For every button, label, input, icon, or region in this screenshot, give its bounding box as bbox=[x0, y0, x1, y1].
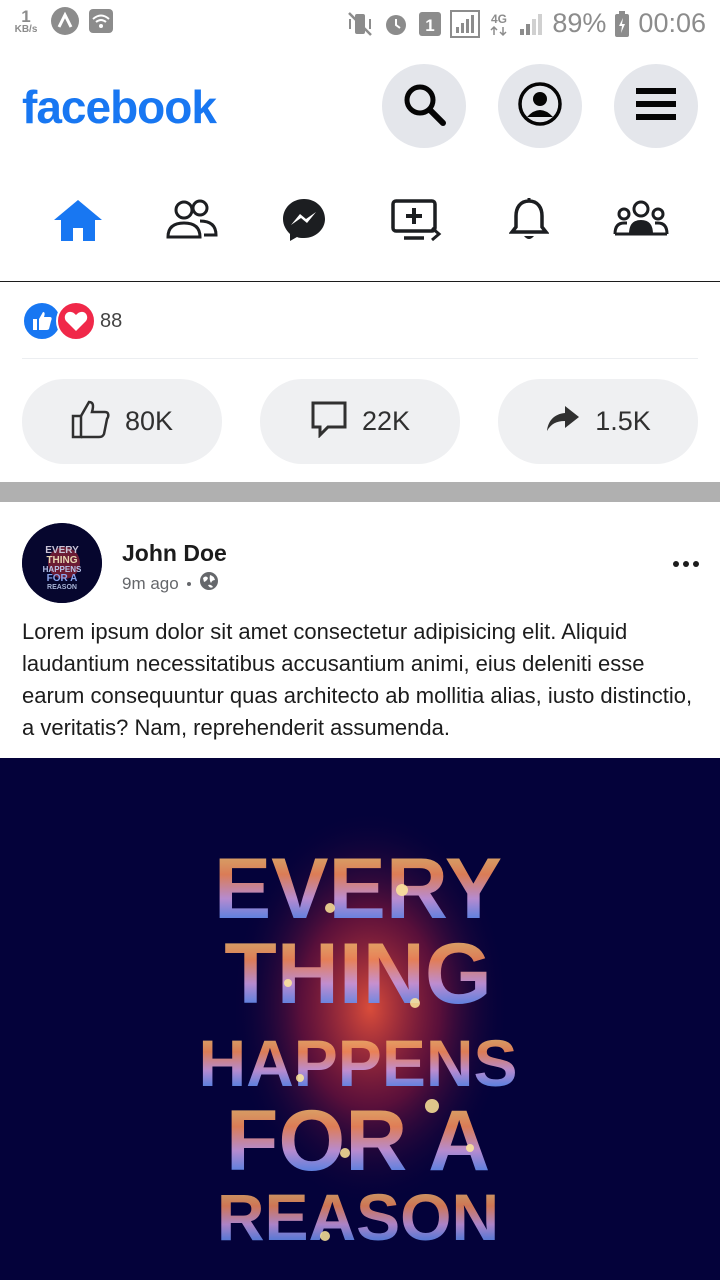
video-add-icon bbox=[390, 198, 442, 247]
post-image[interactable]: EVERY THING HAPPENS FOR A REASON bbox=[0, 758, 720, 1280]
friends-icon bbox=[164, 199, 218, 246]
comment-icon bbox=[310, 400, 348, 443]
menu-button[interactable] bbox=[614, 64, 698, 148]
reaction-summary[interactable]: 88 bbox=[22, 300, 122, 342]
network-speed: 1 KB/s bbox=[10, 8, 42, 35]
post-timestamp[interactable]: 9m ago bbox=[122, 574, 179, 594]
network-speed-unit: KB/s bbox=[14, 23, 38, 35]
sim-slot-number: 1 bbox=[426, 16, 435, 35]
alarm-icon bbox=[382, 10, 410, 38]
wifi-icon bbox=[88, 8, 114, 34]
avatar-text-5: REASON bbox=[47, 584, 77, 591]
share-count: 1.5K bbox=[595, 406, 651, 436]
tab-home[interactable] bbox=[23, 172, 133, 272]
image-text-line-2: THING bbox=[224, 926, 492, 1022]
groups-icon bbox=[613, 200, 669, 245]
post-meta: 9m ago bbox=[122, 571, 219, 596]
comment-button[interactable]: 22K bbox=[260, 379, 460, 464]
comment-count: 22K bbox=[361, 406, 411, 436]
tab-messenger[interactable] bbox=[249, 172, 359, 272]
like-count: 80K bbox=[124, 406, 174, 436]
tab-friends[interactable] bbox=[136, 172, 246, 272]
post-separator bbox=[0, 482, 720, 502]
avatar[interactable]: EVERY THING HAPPENS FOR A REASON bbox=[22, 523, 102, 603]
more-dot-icon bbox=[693, 561, 699, 567]
share-icon bbox=[545, 404, 581, 439]
image-text-line-1: EVERY bbox=[214, 841, 502, 937]
network-4g-icon: 4G bbox=[488, 10, 510, 38]
network-speed-value: 1 bbox=[21, 6, 31, 26]
user-circle-icon bbox=[517, 81, 563, 132]
network-type-label: 4G bbox=[491, 12, 507, 26]
image-text-line-3: HAPPENS bbox=[198, 1026, 517, 1100]
battery-icon bbox=[614, 10, 630, 38]
sim-slot-icon: 1 bbox=[418, 11, 442, 37]
hamburger-menu-icon bbox=[635, 86, 677, 127]
bell-icon bbox=[508, 197, 550, 248]
home-icon bbox=[52, 197, 104, 248]
share-button[interactable]: 1.5K bbox=[498, 379, 698, 464]
post-author-name[interactable]: John Doe bbox=[122, 540, 227, 567]
tab-watch[interactable] bbox=[361, 172, 471, 272]
tab-notifications[interactable] bbox=[474, 172, 584, 272]
battery-percentage: 89% bbox=[552, 8, 607, 38]
search-icon bbox=[401, 81, 447, 132]
app-notification-icon bbox=[50, 6, 80, 36]
image-text-line-5: REASON bbox=[217, 1180, 499, 1254]
meta-separator-dot bbox=[186, 581, 191, 586]
more-dot-icon bbox=[673, 561, 679, 567]
reaction-divider bbox=[22, 358, 698, 359]
post-text: Lorem ipsum dolor sit amet consectetur a… bbox=[22, 619, 693, 740]
love-reaction-icon bbox=[56, 301, 96, 341]
reaction-count: 88 bbox=[100, 309, 123, 332]
signal-box-icon bbox=[450, 9, 481, 38]
globe-icon bbox=[199, 571, 219, 596]
more-dot-icon bbox=[683, 561, 689, 567]
post-options-button[interactable] bbox=[670, 550, 702, 578]
status-bar: 1 KB/s 1 4G 89% 00:06 bbox=[0, 0, 720, 50]
clock: 00:06 bbox=[638, 8, 706, 38]
messenger-icon bbox=[281, 197, 327, 248]
image-text-line-4: FOR A bbox=[226, 1093, 490, 1189]
tabs-divider bbox=[0, 281, 720, 282]
navigation-tabs bbox=[0, 172, 720, 280]
thumbs-up-icon bbox=[71, 399, 111, 444]
tab-groups[interactable] bbox=[586, 172, 696, 272]
vibrate-mute-icon bbox=[346, 10, 374, 38]
search-button[interactable] bbox=[382, 64, 466, 148]
signal-strength-icon bbox=[518, 11, 544, 37]
app-header: facebook bbox=[0, 50, 720, 165]
avatar-text-4: FOR A bbox=[47, 573, 78, 584]
profile-button[interactable] bbox=[498, 64, 582, 148]
like-button[interactable]: 80K bbox=[22, 379, 222, 464]
facebook-logo[interactable]: facebook bbox=[22, 80, 217, 134]
